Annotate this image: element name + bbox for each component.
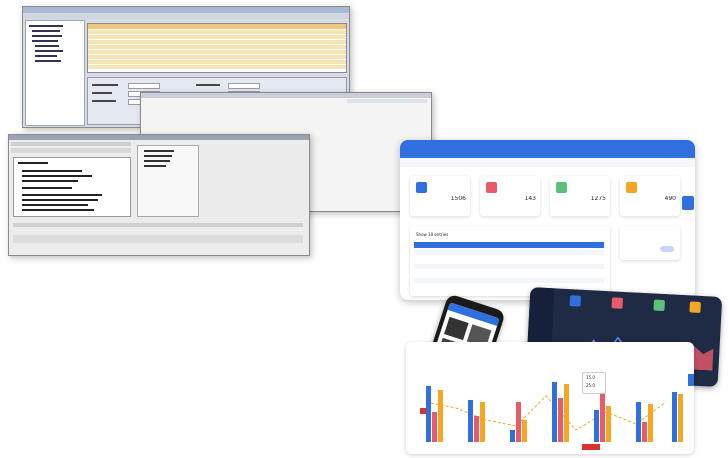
bar-red — [474, 416, 479, 442]
dark-tile-orange — [689, 301, 701, 313]
stat-card-3: 1275 — [550, 176, 610, 216]
bar-orange — [564, 384, 569, 442]
bar-red — [558, 398, 563, 442]
stat-icon — [416, 182, 427, 193]
bar-red — [600, 392, 605, 442]
stat-icon — [556, 182, 567, 193]
bars-area — [426, 372, 686, 442]
bar-blue — [594, 410, 599, 442]
bar-chart-panel: 15.0 25.0 — [406, 342, 694, 454]
bar-red — [516, 402, 521, 442]
dark-tile-blue — [569, 295, 582, 307]
bar-orange — [606, 406, 611, 442]
bar-orange — [438, 390, 443, 442]
stat-value: 490 — [664, 196, 676, 202]
toolbar — [11, 148, 131, 153]
stat-card-4: 490 — [620, 176, 680, 216]
table-row — [414, 250, 604, 255]
side-card — [620, 226, 680, 260]
bar-blue — [552, 382, 557, 442]
table-header — [414, 242, 604, 248]
bar-blue — [636, 402, 641, 442]
stat-value: 143 — [524, 196, 536, 202]
toolbar — [23, 14, 349, 19]
data-table-card: Show 10 entries — [410, 226, 610, 296]
breadcrumb — [400, 158, 695, 167]
x-axis-red-badge — [582, 444, 600, 450]
status-line — [13, 223, 303, 227]
bar-orange — [648, 404, 653, 442]
dashboard-header — [400, 140, 695, 158]
stat-card-1: 1506 — [410, 176, 470, 216]
title-bar — [141, 93, 431, 98]
bar-orange — [522, 420, 527, 442]
bar-blue — [426, 386, 431, 442]
dark-tile-green — [653, 299, 665, 312]
dark-tile-red — [611, 297, 624, 309]
bar-red — [642, 422, 647, 442]
bar-blue — [510, 430, 515, 442]
tree-panel — [25, 20, 85, 126]
stat-icon — [626, 182, 637, 193]
title-bar — [9, 135, 309, 140]
data-grid — [87, 23, 347, 73]
side-card-button[interactable] — [660, 246, 674, 252]
chart-edge-button[interactable] — [688, 374, 694, 386]
text-panel — [13, 157, 131, 217]
dashboard-tablet: 1506 143 1275 490 Show 10 entries — [400, 140, 695, 300]
legacy-terminal-window — [8, 134, 310, 256]
stat-value: 1506 — [450, 196, 466, 202]
bottom-bar — [13, 235, 303, 243]
entries-label: Show 10 entries — [416, 232, 449, 237]
bar-orange — [678, 394, 683, 442]
bar-blue — [468, 400, 473, 442]
floating-settings-button[interactable] — [682, 196, 694, 210]
side-menu — [137, 145, 199, 217]
menu-bar — [347, 99, 427, 103]
product-thumb — [444, 316, 469, 341]
stat-icon — [486, 182, 497, 193]
menu-bar — [11, 142, 131, 146]
stat-card-2: 143 — [480, 176, 540, 216]
chart-tooltip: 15.0 25.0 — [582, 372, 606, 394]
title-bar — [23, 7, 349, 13]
tooltip-value: 25.0 — [586, 383, 595, 388]
stat-value: 1275 — [590, 196, 606, 202]
table-row — [414, 257, 604, 262]
bar-orange — [480, 402, 485, 442]
table-row — [414, 278, 604, 283]
bar-blue — [672, 392, 677, 442]
bar-red — [432, 412, 437, 442]
table-row — [414, 264, 604, 269]
table-row — [414, 271, 604, 276]
tooltip-value: 15.0 — [586, 375, 595, 380]
